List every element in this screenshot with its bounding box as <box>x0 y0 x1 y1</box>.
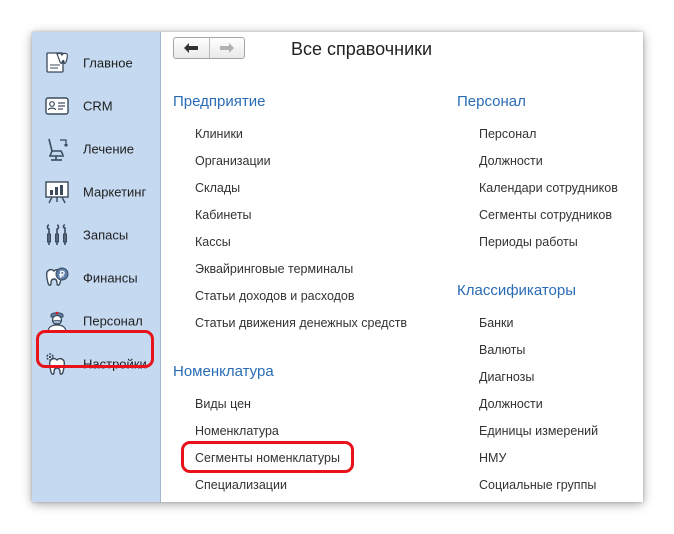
sidebar-item-crm[interactable]: CRM <box>32 86 160 126</box>
sidebar-item-label: Финансы <box>83 270 138 286</box>
link-positions-classifier[interactable]: Должности <box>479 397 543 411</box>
arrow-left-icon <box>183 42 199 54</box>
tooth-gear-icon <box>44 351 70 377</box>
sidebar-item-marketing[interactable]: Маркетинг <box>32 172 160 212</box>
link-organizations[interactable]: Организации <box>195 154 271 168</box>
sidebar: Главное CRM Лечение Маркетинг Запасы ₽ Ф… <box>32 32 161 502</box>
link-nomenclature-segments[interactable]: Сегменты номенклатуры <box>195 451 340 465</box>
sidebar-item-label: Маркетинг <box>83 184 147 200</box>
app-window: Главное CRM Лечение Маркетинг Запасы ₽ Ф… <box>32 32 643 502</box>
link-employee-segments[interactable]: Сегменты сотрудников <box>479 208 612 222</box>
page-title: Все справочники <box>291 39 433 59</box>
dental-chair-icon <box>44 136 70 162</box>
section-nomenclature-title[interactable]: Номенклатура <box>173 363 274 380</box>
sidebar-item-label: Настройки <box>83 356 147 372</box>
link-positions[interactable]: Должности <box>479 154 543 168</box>
sidebar-item-settings[interactable]: Настройки <box>32 344 160 384</box>
sidebar-item-label: Лечение <box>83 141 135 157</box>
link-cash-flow-items[interactable]: Статьи движения денежных средств <box>195 316 407 330</box>
link-income-expense-items[interactable]: Статьи доходов и расходов <box>195 289 355 303</box>
link-cabinets[interactable]: Кабинеты <box>195 208 252 222</box>
link-cash-desks[interactable]: Кассы <box>195 235 231 249</box>
sidebar-item-stock[interactable]: Запасы <box>32 215 160 255</box>
section-personnel-title[interactable]: Персонал <box>457 93 526 110</box>
link-warehouses[interactable]: Склады <box>195 181 240 195</box>
tooth-coin-icon: ₽ <box>44 265 70 291</box>
link-diagnoses[interactable]: Диагнозы <box>479 370 534 384</box>
main-panel: Все справочники Предприятие Клиники Орга… <box>161 32 643 502</box>
forward-button[interactable] <box>208 38 245 58</box>
link-social-groups[interactable]: Социальные группы <box>479 478 596 492</box>
arrow-right-icon <box>219 42 235 54</box>
sidebar-item-personnel[interactable]: Персонал <box>32 301 160 341</box>
dental-tools-icon <box>44 222 70 248</box>
sidebar-item-treatment[interactable]: Лечение <box>32 129 160 169</box>
svg-text:₽: ₽ <box>59 270 65 280</box>
id-card-icon <box>44 93 70 119</box>
section-enterprise-title[interactable]: Предприятие <box>173 93 265 110</box>
link-employee-calendars[interactable]: Календари сотрудников <box>479 181 618 195</box>
link-personnel[interactable]: Персонал <box>479 127 536 141</box>
sidebar-item-label: Главное <box>83 55 133 71</box>
chart-board-icon <box>44 179 70 205</box>
section-classifiers-title[interactable]: Классификаторы <box>457 282 576 299</box>
home-tooth-icon <box>44 50 70 76</box>
link-acquiring-terminals[interactable]: Эквайринговые терминалы <box>195 262 353 276</box>
link-banks[interactable]: Банки <box>479 316 514 330</box>
sidebar-item-label: Запасы <box>83 227 129 243</box>
link-units[interactable]: Единицы измерений <box>479 424 598 438</box>
link-specializations[interactable]: Специализации <box>195 478 287 492</box>
sidebar-item-label: CRM <box>83 98 113 114</box>
sidebar-item-main[interactable]: Главное <box>32 43 160 83</box>
sidebar-item-label: Персонал <box>83 313 143 329</box>
link-work-periods[interactable]: Периоды работы <box>479 235 578 249</box>
sidebar-item-finance[interactable]: ₽ Финансы <box>32 258 160 298</box>
doctor-icon <box>44 308 70 334</box>
link-clinics[interactable]: Клиники <box>195 127 243 141</box>
link-currencies[interactable]: Валюты <box>479 343 525 357</box>
history-nav <box>173 37 245 59</box>
link-nomenclature[interactable]: Номенклатура <box>195 424 279 438</box>
back-button[interactable] <box>174 38 209 58</box>
link-nmu[interactable]: НМУ <box>479 451 506 465</box>
link-price-types[interactable]: Виды цен <box>195 397 251 411</box>
